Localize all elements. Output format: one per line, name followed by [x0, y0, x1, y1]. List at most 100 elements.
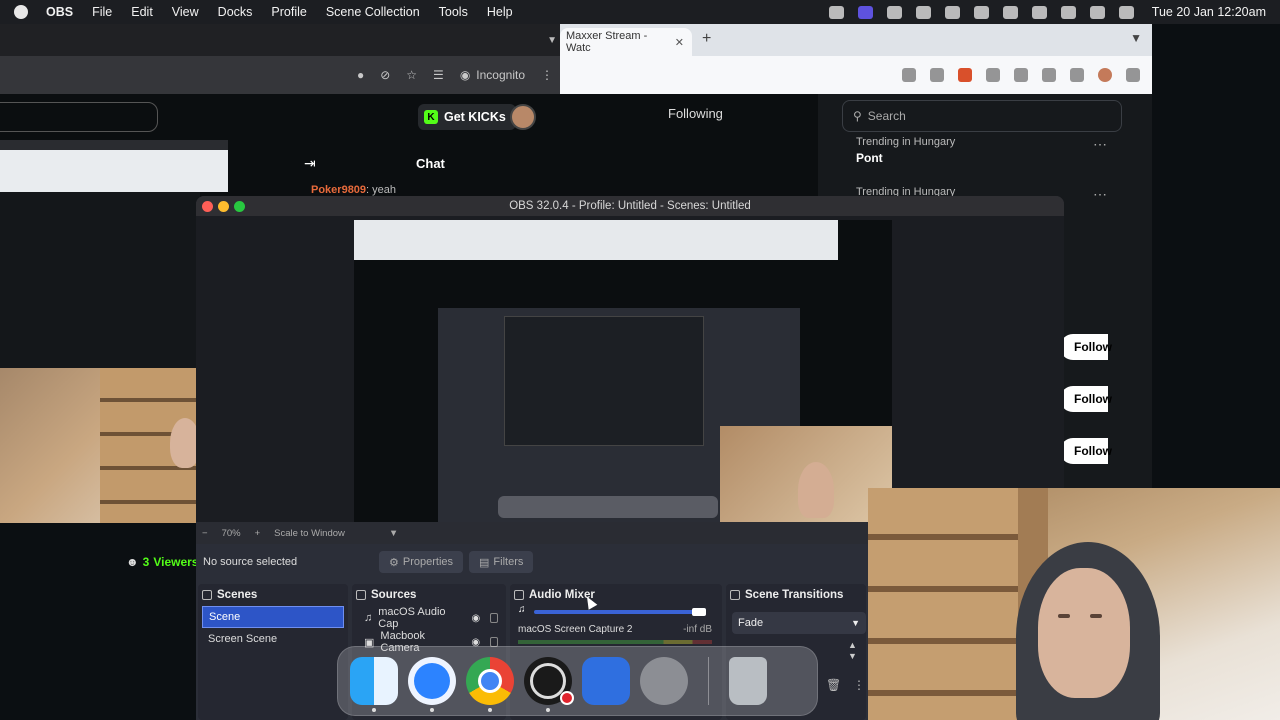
scale-to-window-button[interactable]: Scale to Window: [274, 528, 345, 539]
lock-icon[interactable]: [490, 613, 498, 623]
obs-icon[interactable]: [524, 657, 574, 712]
following-tab[interactable]: Following: [668, 106, 723, 121]
vm-icon[interactable]: [582, 657, 630, 705]
volume-slider-handle[interactable]: [692, 608, 706, 616]
apple-icon[interactable]: [14, 5, 28, 19]
screen-recording-icon[interactable]: [857, 5, 873, 19]
webcam-overlay: [868, 488, 1280, 720]
more-menu-icon[interactable]: ⋮: [541, 68, 553, 82]
zoom-out-button[interactable]: −: [202, 528, 208, 539]
status-icon-3[interactable]: [886, 5, 902, 19]
extension-id-icon[interactable]: [1014, 68, 1028, 82]
eye-off-icon[interactable]: ⊘: [380, 68, 390, 82]
source-item[interactable]: ♫ macOS Audio Cap ◉: [352, 606, 506, 630]
new-tab-icon[interactable]: +: [702, 30, 711, 48]
user-avatar[interactable]: [510, 104, 536, 130]
scene-item[interactable]: Screen Scene: [202, 628, 344, 650]
bookmark-star-icon[interactable]: [930, 68, 944, 82]
browser-tab[interactable]: Maxxer Stream - Watc ✕: [560, 28, 692, 56]
menu-view[interactable]: View: [172, 5, 199, 19]
audio-source-icon: ♫: [364, 612, 373, 624]
settings-icon[interactable]: [640, 657, 688, 705]
menu-tools[interactable]: Tools: [439, 5, 468, 19]
close-window-button[interactable]: [202, 200, 213, 212]
volume-icon[interactable]: [1002, 5, 1018, 19]
tab-bar-right: Maxxer Stream - Watc ✕ + ▼: [560, 24, 1152, 56]
menu-file[interactable]: File: [92, 5, 112, 19]
tab-list-chevron-icon[interactable]: ▼: [1130, 31, 1142, 45]
chevron-down-icon[interactable]: ▼: [547, 35, 557, 46]
extension-m-icon[interactable]: [986, 68, 1000, 82]
dock-icon: [202, 590, 212, 600]
play-icon[interactable]: [915, 5, 931, 19]
battery-icon[interactable]: [1060, 5, 1076, 19]
kick-search-box[interactable]: [0, 102, 158, 132]
close-tab-icon[interactable]: ✕: [675, 36, 684, 49]
chevron-up-icon[interactable]: ▲: [848, 640, 857, 651]
trash-icon[interactable]: 🗑: [826, 678, 841, 692]
chevron-down-icon[interactable]: ▼: [848, 651, 857, 662]
more-menu-icon[interactable]: ⋮: [853, 678, 865, 692]
more-options-icon[interactable]: ⋯: [1093, 186, 1108, 203]
collapse-chat-icon[interactable]: ⇥: [304, 155, 316, 172]
menu-app-obs[interactable]: OBS: [46, 5, 73, 19]
chat-username[interactable]: Poker9809: [311, 184, 366, 196]
zoom-window-button[interactable]: [234, 200, 245, 212]
kick-search-input[interactable]: ⚲ Search: [842, 100, 1122, 132]
duration-stepper[interactable]: ▲ ▼: [848, 640, 857, 662]
properties-button[interactable]: ⚙ Properties: [379, 551, 464, 573]
metamask-extension-icon[interactable]: [958, 68, 972, 82]
bookmark-star-icon[interactable]: ☆: [406, 68, 417, 82]
wifi-icon[interactable]: [973, 5, 989, 19]
menu-clock[interactable]: Tue 20 Jan 12:20am: [1152, 5, 1266, 19]
filters-button[interactable]: ▤ Filters: [469, 551, 534, 573]
follow-button[interactable]: Follow: [1060, 438, 1112, 464]
bluetooth-icon[interactable]: [1031, 5, 1047, 19]
visibility-eye-icon[interactable]: ◉: [471, 613, 480, 624]
scene-item[interactable]: Scene: [202, 606, 344, 628]
extensions-puzzle-icon[interactable]: [1042, 68, 1056, 82]
volume-slider-track[interactable]: [534, 610, 704, 614]
get-kicks-button[interactable]: K Get KICKs: [418, 104, 516, 130]
obs-window-title: OBS 32.0.4 - Profile: Untitled - Scenes:…: [509, 200, 751, 212]
trash-icon[interactable]: [729, 657, 767, 705]
obs-preview[interactable]: [196, 216, 1064, 522]
safari-icon[interactable]: [408, 657, 456, 712]
incognito-indicator[interactable]: ◉ Incognito: [460, 68, 525, 82]
chrome-icon[interactable]: [466, 657, 514, 712]
trending-item[interactable]: Trending in Hungary Pont: [856, 136, 955, 165]
source-name: macOS Audio Cap: [378, 606, 446, 630]
profile-avatar-icon[interactable]: [1098, 68, 1112, 82]
chat-title: Chat: [416, 155, 445, 171]
zoom-in-button[interactable]: +: [255, 528, 261, 539]
viewer-count: ☻ 3 Viewers: [126, 555, 198, 569]
speaker-icon[interactable]: ♫: [518, 604, 526, 615]
transition-value: Fade: [738, 617, 764, 629]
control-center-icon[interactable]: [1118, 5, 1134, 19]
mixer-track-name: macOS Screen Capture 2: [518, 624, 633, 635]
more-menu-icon[interactable]: [1126, 68, 1140, 82]
transition-select[interactable]: Fade ▼: [732, 612, 866, 634]
follow-button[interactable]: Follow: [1060, 386, 1112, 412]
menu-scene-collection[interactable]: Scene Collection: [326, 5, 420, 19]
menu-edit[interactable]: Edit: [131, 5, 153, 19]
sidebar-icon[interactable]: ☰: [433, 68, 444, 82]
menu-docks[interactable]: Docks: [218, 5, 253, 19]
obs-title-bar: OBS 32.0.4 - Profile: Untitled - Scenes:…: [196, 196, 1064, 216]
status-icon-1[interactable]: [828, 5, 844, 19]
more-options-icon[interactable]: ⋯: [1093, 136, 1108, 153]
input-source-icon[interactable]: [944, 5, 960, 19]
sidebar-icon[interactable]: [1070, 68, 1084, 82]
spotlight-icon[interactable]: [1089, 5, 1105, 19]
properties-label: Properties: [402, 556, 454, 568]
eye-icon[interactable]: ●: [357, 68, 364, 82]
menu-profile[interactable]: Profile: [271, 5, 306, 19]
finder-icon[interactable]: [350, 657, 398, 712]
follow-button[interactable]: Follow: [1060, 334, 1112, 360]
get-kicks-label: Get KICKs: [444, 110, 506, 124]
menu-help[interactable]: Help: [487, 5, 513, 19]
install-app-icon[interactable]: [902, 68, 916, 82]
minimize-window-button[interactable]: [218, 200, 229, 212]
scale-dropdown-chevron-icon[interactable]: ▼: [389, 528, 398, 539]
browser-toolbar: ● ⊘ ☆ ☰ ◉ Incognito ⋮: [0, 56, 567, 94]
